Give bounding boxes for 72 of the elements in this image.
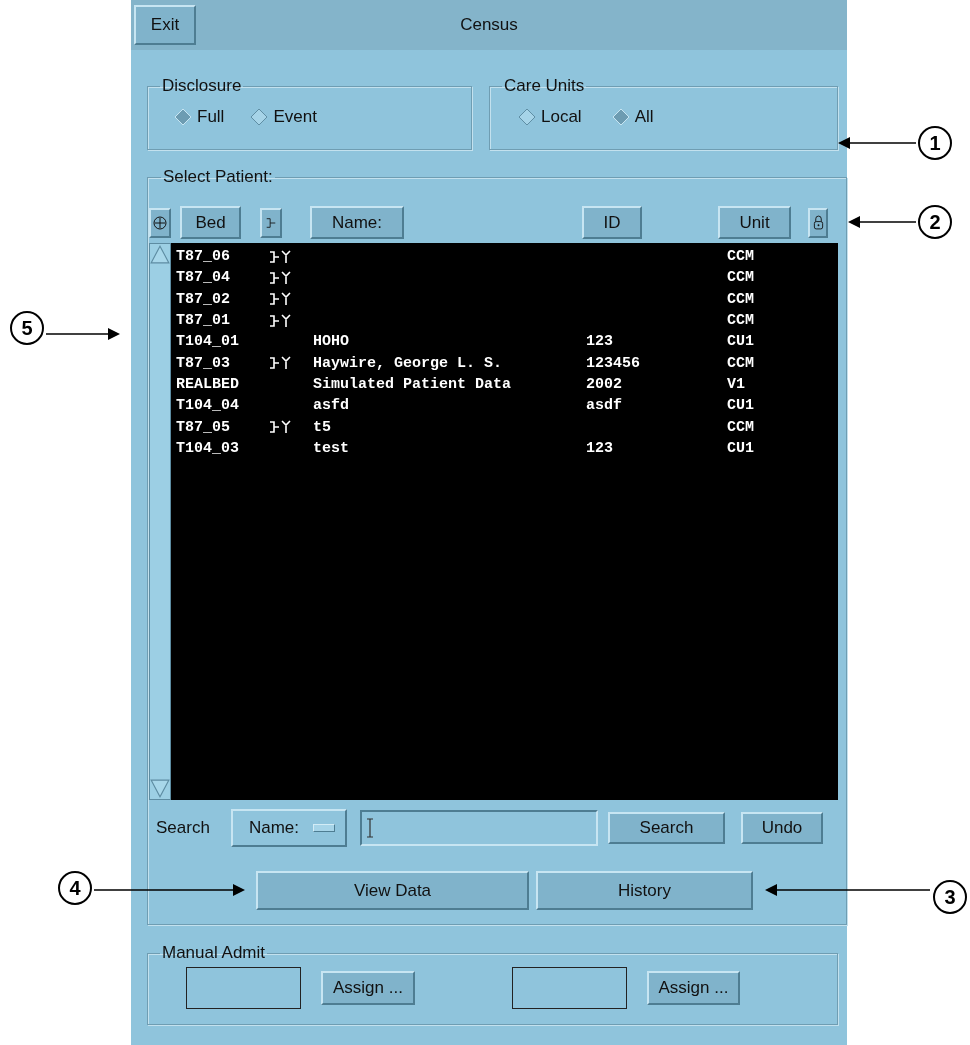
assign-button[interactable]: Assign ... <box>321 971 415 1005</box>
id-cell[interactable]: 2002 <box>586 375 727 393</box>
scroll-up-icon[interactable] <box>150 244 170 264</box>
bed-cell[interactable]: T87_02 <box>176 290 269 308</box>
unit-cell[interactable]: CCM <box>727 290 754 308</box>
name-cell[interactable]: HOHO <box>313 333 586 351</box>
id-cell[interactable]: 123 <box>586 439 727 457</box>
group-label: Manual Admit <box>161 944 266 962</box>
callout-number: 5 <box>10 311 44 345</box>
group-label: Select Patient: <box>162 168 274 186</box>
unit-cell[interactable]: CU1 <box>727 333 754 351</box>
bed-cell[interactable]: T104_04 <box>176 397 269 415</box>
connector-icon[interactable] <box>260 207 282 238</box>
text-cursor-icon <box>366 818 374 838</box>
search-field[interactable] <box>360 810 598 846</box>
radio-option[interactable]: Full <box>174 107 225 127</box>
callout-number: 4 <box>58 871 92 905</box>
bed-cell[interactable]: T87_05 <box>176 418 269 436</box>
callout-number: 2 <box>918 205 952 239</box>
dropdown-indicator-icon <box>313 824 336 832</box>
search-button[interactable]: Search <box>608 812 725 844</box>
unit-cell[interactable]: CU1 <box>727 439 754 457</box>
column-header[interactable]: ID <box>582 206 642 239</box>
id-cell[interactable]: asdf <box>586 397 727 415</box>
radio-option[interactable]: Local <box>518 107 582 127</box>
arrow <box>848 215 916 229</box>
scroll-down-icon[interactable] <box>150 779 170 799</box>
column-header[interactable]: Bed <box>180 206 241 239</box>
unit-cell[interactable]: CCM <box>727 418 754 436</box>
scrollbar[interactable] <box>149 243 171 800</box>
bed-cell[interactable]: T104_01 <box>176 333 269 351</box>
id-cell[interactable]: 123456 <box>586 354 727 372</box>
undo-button[interactable]: Undo <box>741 812 823 844</box>
group-label: Care Units <box>503 77 586 95</box>
name-cell[interactable]: t5 <box>313 418 586 436</box>
bed-cell[interactable]: T87_06 <box>176 248 269 266</box>
field-dropdown[interactable]: Name: <box>231 809 347 847</box>
exit-button[interactable]: Exit <box>134 5 196 45</box>
action-button[interactable]: View Data <box>256 871 529 910</box>
radio-option[interactable]: All <box>611 107 654 127</box>
admit-field[interactable] <box>186 967 302 1009</box>
bed-cell[interactable]: T87_01 <box>176 312 269 330</box>
radio-diamond-icon[interactable] <box>518 108 536 126</box>
window-title: Census <box>459 15 519 35</box>
name-cell[interactable]: Simulated Patient Data <box>313 375 586 393</box>
name-cell[interactable]: Haywire, George L. S. <box>313 354 586 372</box>
name-cell[interactable]: asfd <box>313 397 586 415</box>
group-label: Disclosure <box>161 77 243 95</box>
admit-field[interactable] <box>511 967 627 1009</box>
action-button[interactable]: History <box>536 871 753 910</box>
unit-cell[interactable]: CCM <box>727 354 754 372</box>
column-header[interactable]: Name: <box>310 206 404 239</box>
id-cell[interactable]: 123 <box>586 333 727 351</box>
unit-cell[interactable]: CCM <box>727 269 754 287</box>
column-header[interactable]: Unit <box>718 206 791 239</box>
search-label: Search <box>156 818 211 838</box>
radio-option[interactable]: Event <box>250 107 317 127</box>
name-cell[interactable]: test <box>313 439 586 457</box>
unit-cell[interactable]: CCM <box>727 248 754 266</box>
bed-cell[interactable]: T104_03 <box>176 439 269 457</box>
target-icon[interactable] <box>149 207 171 238</box>
bed-cell[interactable]: REALBED <box>176 375 269 393</box>
unit-cell[interactable]: V1 <box>727 375 745 393</box>
bed-cell[interactable]: T87_03 <box>176 354 269 372</box>
radio-diamond-icon[interactable] <box>250 108 269 126</box>
callout-number: 3 <box>933 880 967 914</box>
assign-button[interactable]: Assign ... <box>646 971 740 1005</box>
callout-number: 1 <box>918 126 952 160</box>
lock-icon[interactable] <box>808 207 828 238</box>
unit-cell[interactable]: CCM <box>727 312 754 330</box>
unit-cell[interactable]: CU1 <box>727 397 754 415</box>
bed-cell[interactable]: T87_04 <box>176 269 269 287</box>
